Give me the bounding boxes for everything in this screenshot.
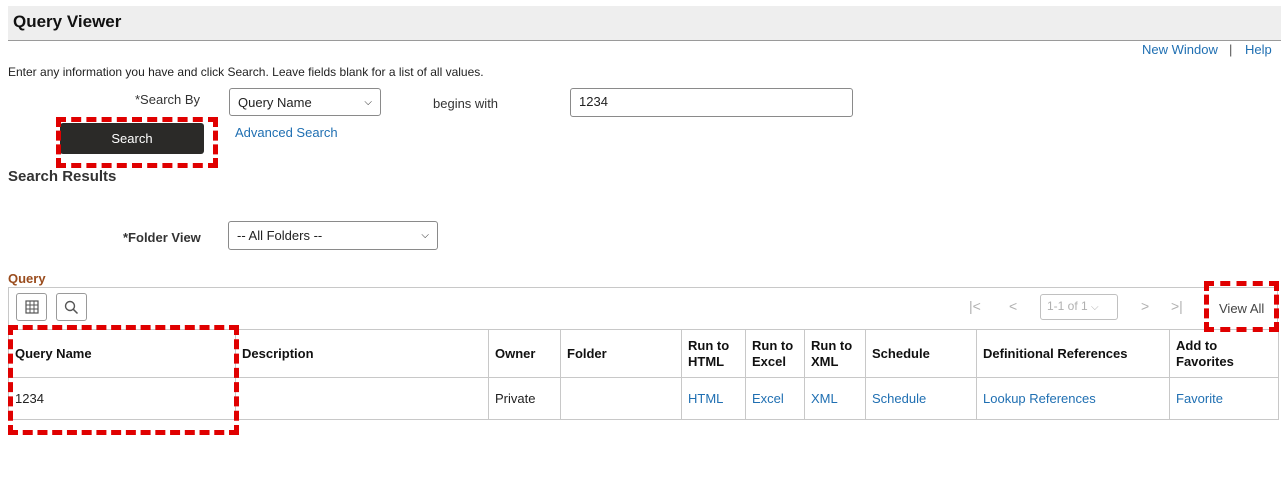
chevron-down-icon: ⌵ [421,230,429,241]
search-button[interactable]: Search [60,123,204,154]
run-html-link[interactable]: HTML [688,391,723,406]
col-query-name: Query Name [8,329,236,378]
page-title: Query Viewer [13,12,122,31]
cell-owner: Private [488,377,561,420]
advanced-search-link[interactable]: Advanced Search [235,125,338,140]
grid-title: Query [8,271,46,286]
personalize-grid-button[interactable] [16,293,47,321]
col-definitional-references: Definitional References [976,329,1170,378]
col-description: Description [235,329,489,378]
pager-range: 1-1 of 1 [1047,299,1088,313]
chevron-down-icon: ⌵ [364,96,372,108]
operator-label: begins with [433,96,499,111]
link-separator: | [1229,42,1233,57]
run-xml-link[interactable]: XML [811,391,838,406]
page-select[interactable]: 1-1 of 1 ⌵ [1040,294,1118,320]
grid-toolbar: |< < 1-1 of 1 ⌵ > >| View All [8,287,1278,329]
schedule-link[interactable]: Schedule [872,391,926,406]
chevron-down-icon: ⌵ [1091,302,1099,313]
page-header: Query Viewer [8,6,1281,41]
instructions-text: Enter any information you have and click… [8,65,484,79]
search-icon [64,300,79,314]
view-all-link[interactable]: View All [1219,301,1264,316]
col-schedule: Schedule [865,329,977,378]
cell-description [235,377,489,420]
new-window-link[interactable]: New Window [1142,42,1218,57]
col-folder: Folder [560,329,682,378]
find-button[interactable] [56,293,87,321]
results-table: Query Name Description Owner Folder Run … [8,329,1279,420]
search-by-select[interactable]: Query Name ⌵ [229,88,381,116]
search-by-value: Query Name [238,94,312,110]
col-owner: Owner [488,329,561,378]
search-results-title: Search Results [8,168,117,185]
grid-settings-icon [24,300,39,314]
search-by-label: *Search By [135,92,201,107]
folder-view-value: -- All Folders -- [237,228,323,243]
previous-page-icon[interactable]: < [1009,298,1017,314]
favorite-link[interactable]: Favorite [1176,391,1223,406]
lookup-references-link[interactable]: Lookup References [983,391,1096,406]
run-excel-link[interactable]: Excel [752,391,784,406]
table-header-row: Query Name Description Owner Folder Run … [8,329,1279,378]
col-add-to-favorites: Add to Favorites [1169,329,1279,378]
col-run-to-html: Run to HTML [681,329,746,378]
cell-query-name: 1234 [8,377,236,420]
help-link[interactable]: Help [1245,42,1272,57]
folder-view-label: *Folder View [123,230,201,245]
col-run-to-xml: Run to XML [804,329,866,378]
cell-folder [560,377,682,420]
search-value-input[interactable]: 1234 [570,88,853,117]
folder-view-select[interactable]: -- All Folders -- ⌵ [228,221,438,250]
first-page-icon[interactable]: |< [969,298,981,314]
next-page-icon[interactable]: > [1141,298,1149,314]
last-page-icon[interactable]: >| [1171,298,1183,314]
table-row: 1234 Private HTML Excel XML Schedule Loo… [8,377,1279,420]
col-run-to-excel: Run to Excel [745,329,805,378]
